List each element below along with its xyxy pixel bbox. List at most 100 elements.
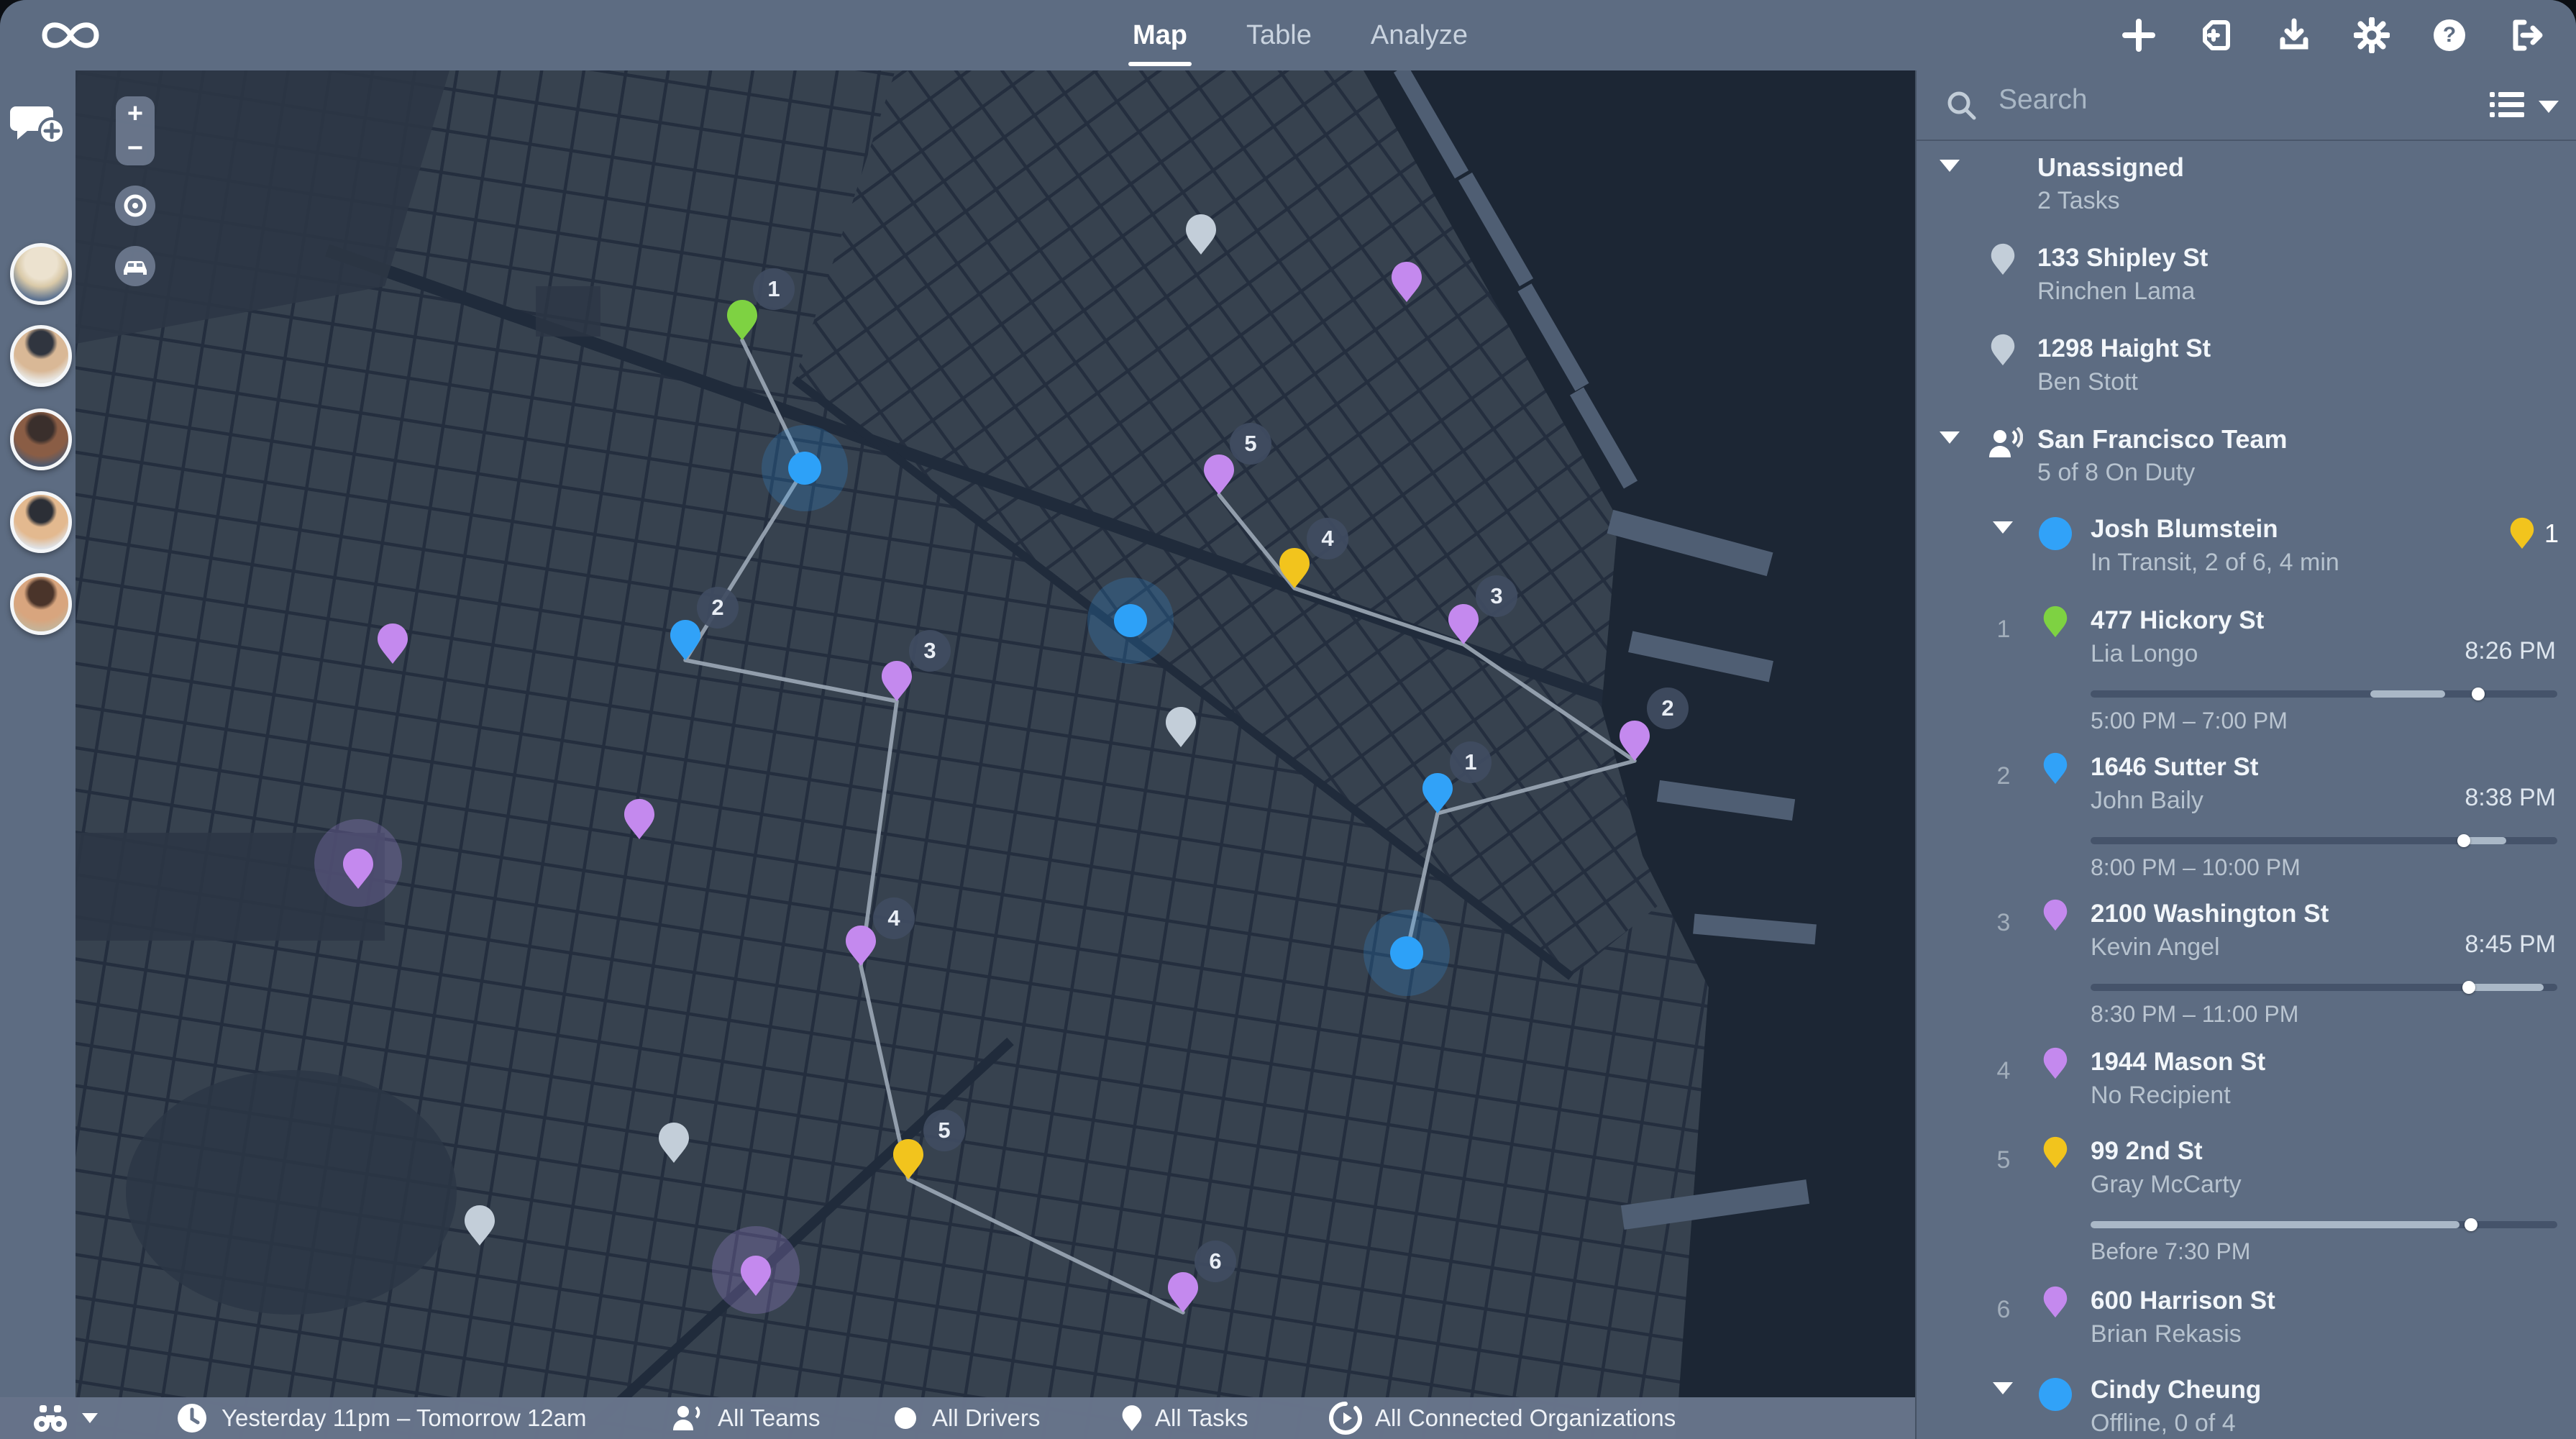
task-address: 133 Shipley St <box>2037 244 2209 272</box>
drivers-filter[interactable]: All Drivers <box>892 1397 1040 1439</box>
task-pin-green <box>2043 606 2068 638</box>
task-number: 3 <box>1996 909 2011 936</box>
driver-avatar[interactable] <box>10 243 72 305</box>
map-pin-gray[interactable] <box>1165 706 1197 748</box>
collapse-caret-icon[interactable] <box>1940 160 1960 172</box>
map-pin-purple[interactable] <box>1167 1271 1199 1313</box>
map-pin-yellow[interactable] <box>892 1138 924 1180</box>
clock-icon <box>178 1404 206 1433</box>
zoom-in-button[interactable]: + <box>127 100 143 127</box>
zoom-out-button[interactable]: − <box>127 134 143 162</box>
map-pin-purple[interactable] <box>1619 720 1650 762</box>
map-markers: 1 2 3 4 5 6 5 4 3 2 1 <box>76 70 1915 1439</box>
driver-avatar[interactable] <box>10 573 72 635</box>
map-pin-purple[interactable] <box>1448 603 1479 645</box>
task-number: 4 <box>1996 1057 2011 1084</box>
group-subtitle: 2 Tasks <box>2037 187 2120 214</box>
driver-location-dot[interactable] <box>762 425 848 511</box>
task-panel: Unassigned 2 Tasks 133 Shipley St Rinche… <box>1915 70 2576 1439</box>
eta-slider-thumb[interactable] <box>2471 687 2485 700</box>
map-pin-purple[interactable] <box>845 925 877 967</box>
lookup-binoculars-button[interactable] <box>32 1397 98 1439</box>
group-title: San Francisco Team <box>2037 424 2288 454</box>
map-pin-purple[interactable] <box>1391 261 1422 303</box>
help-icon[interactable]: ? <box>2429 15 2470 55</box>
locate-target-icon[interactable] <box>115 186 155 226</box>
import-tasks-icon[interactable] <box>2196 15 2237 55</box>
driver-avatar[interactable] <box>10 325 72 387</box>
driver-location-dot[interactable] <box>1087 577 1174 664</box>
driver-status-dot <box>2039 517 2072 550</box>
map-canvas[interactable]: 1 2 3 4 5 6 5 4 3 2 1 + − <box>76 70 1915 1439</box>
eta-slider-thumb[interactable] <box>2457 834 2471 847</box>
export-download-icon[interactable] <box>2274 15 2314 55</box>
collapse-caret-icon[interactable] <box>1940 431 1960 444</box>
map-pin-gray[interactable] <box>464 1205 495 1246</box>
driver-name: Cindy Cheung <box>2091 1376 2262 1404</box>
task-recipient: Ben Stott <box>2037 368 2138 396</box>
new-message-icon[interactable] <box>10 99 68 150</box>
eta-slider-thumb[interactable] <box>2462 981 2475 994</box>
time-range-filter[interactable]: Yesterday 11pm – Tomorrow 12am <box>175 1397 587 1439</box>
task-pin-yellow <box>2043 1136 2068 1169</box>
stop-number-badge: 4 <box>873 897 915 939</box>
tasks-filter[interactable]: All Tasks <box>1122 1397 1248 1439</box>
teams-filter-label: All Teams <box>718 1404 821 1431</box>
eta-slider-thumb[interactable] <box>2464 1218 2477 1231</box>
task-number: 2 <box>1996 762 2011 790</box>
driver-avatar[interactable] <box>10 491 72 553</box>
driver-avatar[interactable] <box>10 408 72 470</box>
teams-filter[interactable]: All Teams <box>669 1397 820 1439</box>
map-pin-gray[interactable] <box>658 1122 690 1164</box>
drivers-filter-label: All Drivers <box>932 1404 1041 1431</box>
map-pin-purple[interactable] <box>342 848 374 890</box>
task-pin-purple <box>2043 1286 2068 1318</box>
stop-number-badge: 3 <box>909 630 951 672</box>
settings-gear-icon[interactable] <box>2352 15 2392 55</box>
logout-icon[interactable] <box>2507 15 2547 55</box>
map-pin-blue[interactable] <box>670 619 701 661</box>
task-window: Before 7:30 PM <box>2091 1238 2251 1264</box>
task-address: 477 Hickory St <box>2091 606 2265 634</box>
stop-number-badge: 2 <box>1647 687 1689 729</box>
filter-bar: Yesterday 11pm – Tomorrow 12am All Teams… <box>0 1397 1915 1439</box>
map-pin-blue[interactable] <box>1422 772 1453 814</box>
zoom-control: + − <box>116 96 155 165</box>
task-number: 6 <box>1996 1296 2011 1323</box>
map-pin-purple[interactable] <box>1203 454 1235 495</box>
eta-slider[interactable] <box>2091 1218 2557 1231</box>
collapse-caret-icon[interactable] <box>1993 521 2013 534</box>
onfleet-infinity-logo[interactable] <box>35 13 106 58</box>
map-pin-purple[interactable] <box>740 1255 772 1297</box>
eta-progress-segment <box>2370 690 2446 698</box>
stop-number-badge: 2 <box>697 587 739 629</box>
task-recipient: Gray McCarty <box>2091 1171 2242 1198</box>
task-address: 1646 Sutter St <box>2091 753 2259 781</box>
vehicles-car-icon[interactable] <box>115 246 155 286</box>
eta-slider[interactable] <box>2091 834 2557 847</box>
svg-text:?: ? <box>2443 23 2456 47</box>
map-pin-green[interactable] <box>726 299 758 341</box>
tab-map[interactable]: Map <box>1128 0 1192 70</box>
driver-location-dot[interactable] <box>1364 910 1450 996</box>
group-title: Unassigned <box>2037 152 2185 182</box>
map-pin-purple[interactable] <box>881 660 913 702</box>
eta-slider[interactable] <box>2091 687 2557 700</box>
stop-number-badge: 6 <box>1195 1241 1236 1282</box>
driver-name: Josh Blumstein <box>2091 515 2278 543</box>
tab-analyze[interactable]: Analyze <box>1371 0 1468 70</box>
organizations-filter[interactable]: All Connected Organizations <box>1329 1397 1676 1439</box>
task-pin-purple <box>2043 1047 2068 1079</box>
map-pin-purple[interactable] <box>377 623 408 664</box>
create-task-plus-icon[interactable] <box>2119 15 2159 55</box>
eta-slider[interactable] <box>2091 981 2557 994</box>
map-pin-purple[interactable] <box>624 798 655 840</box>
pending-count: 1 <box>2544 518 2559 548</box>
map-pin-gray[interactable] <box>1185 214 1217 255</box>
collapse-caret-icon[interactable] <box>1993 1382 2013 1394</box>
driver-rail <box>0 70 76 1398</box>
task-pin-blue <box>2043 752 2068 785</box>
tab-table[interactable]: Table <box>1246 0 1312 70</box>
map-pin-yellow[interactable] <box>1279 547 1310 589</box>
main-tabs: Map Table Analyze <box>1128 0 1468 70</box>
